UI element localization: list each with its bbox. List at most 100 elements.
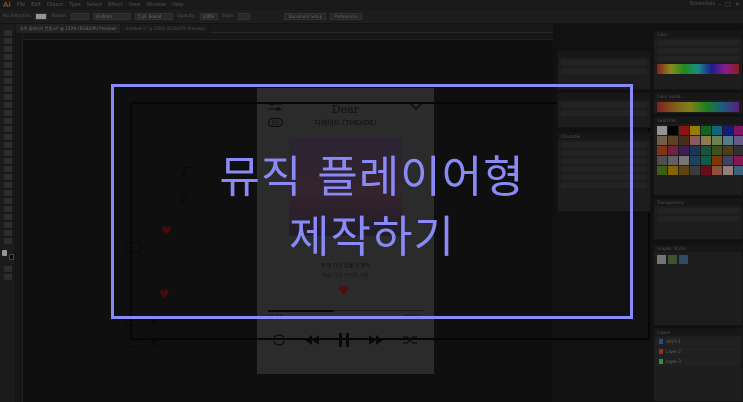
swatches-panel-header[interactable]: Swatches <box>654 117 742 124</box>
workspace-switcher[interactable]: Essentials <box>690 1 715 7</box>
pencil-tool-icon[interactable] <box>4 102 12 108</box>
menu-effect[interactable]: Effect <box>108 2 122 8</box>
color-swatch[interactable] <box>723 156 733 165</box>
blend-tool-icon[interactable] <box>4 190 12 196</box>
color-guide-header[interactable]: Color Guide <box>654 93 742 100</box>
fill-swatch[interactable] <box>35 13 48 20</box>
column-graph-tool-icon[interactable] <box>4 206 12 212</box>
color-swatch[interactable] <box>723 166 733 175</box>
color-swatch[interactable] <box>701 146 711 155</box>
layers-panel-header[interactable]: Layers <box>654 329 742 336</box>
color-swatch[interactable] <box>668 156 678 165</box>
eraser-tool-icon[interactable] <box>4 110 12 116</box>
color-swatch[interactable] <box>679 156 689 165</box>
color-guide-strip[interactable] <box>657 102 739 112</box>
color-swatch[interactable] <box>712 156 722 165</box>
drawing-mode-icon[interactable] <box>4 266 12 272</box>
color-swatch[interactable] <box>668 126 678 135</box>
direct-selection-tool-icon[interactable] <box>4 38 12 44</box>
color-swatch[interactable] <box>679 146 689 155</box>
color-swatch[interactable] <box>679 166 689 175</box>
color-swatch[interactable] <box>657 126 667 135</box>
type-tool-icon[interactable] <box>4 70 12 76</box>
line-tool-icon[interactable] <box>4 78 12 84</box>
color-swatch[interactable] <box>712 136 722 145</box>
color-swatch[interactable] <box>734 146 743 155</box>
vertical-ruler[interactable] <box>16 33 23 402</box>
artboard-tool-icon[interactable] <box>4 214 12 220</box>
perspective-grid-tool-icon[interactable] <box>4 158 12 164</box>
color-swatch[interactable] <box>734 126 743 135</box>
color-swatch[interactable] <box>712 146 722 155</box>
horizontal-ruler[interactable] <box>16 33 553 40</box>
gradient-tool-icon[interactable] <box>4 174 12 180</box>
menu-help[interactable]: Help <box>172 2 183 8</box>
color-swatch[interactable] <box>657 166 667 175</box>
opacity-field[interactable]: 100% <box>199 13 218 20</box>
repeat-copy2-icon[interactable] <box>125 339 139 347</box>
paintbrush-tool-icon[interactable] <box>4 94 12 100</box>
color-swatch[interactable] <box>701 126 711 135</box>
variable-width-select[interactable]: Uniform <box>93 13 132 20</box>
color-swatch[interactable] <box>723 126 733 135</box>
pen-tool-icon[interactable] <box>4 62 12 68</box>
color-swatch[interactable] <box>734 156 743 165</box>
shape-builder-tool-icon[interactable] <box>4 150 12 156</box>
preferences-button[interactable]: Preferences <box>330 13 362 20</box>
layer-row[interactable]: 레이어 1 <box>656 337 740 346</box>
style-thumb[interactable] <box>679 255 688 264</box>
menu-window[interactable]: Window <box>146 2 166 8</box>
lasso-tool-icon[interactable] <box>4 54 12 60</box>
layer-row[interactable]: Layer 3 <box>656 357 740 366</box>
transparency-panel-header[interactable]: Transparency <box>654 199 742 206</box>
color-panel-header[interactable]: Color <box>654 31 742 38</box>
color-swatch[interactable] <box>668 146 678 155</box>
maximize-icon[interactable]: □ <box>725 1 731 8</box>
rectangle-tool-icon[interactable] <box>4 86 12 92</box>
scale-tool-icon[interactable] <box>4 126 12 132</box>
layer-row[interactable]: Layer 2 <box>656 347 740 356</box>
menu-object[interactable]: Object <box>47 2 63 8</box>
color-swatch[interactable] <box>668 166 678 175</box>
zoom-tool-icon[interactable] <box>4 238 12 244</box>
minimize-icon[interactable]: – <box>718 1 721 8</box>
symbol-sprayer-tool-icon[interactable] <box>4 198 12 204</box>
free-transform-tool-icon[interactable] <box>4 142 12 148</box>
color-swatch[interactable] <box>679 126 689 135</box>
style-thumb[interactable] <box>657 255 666 264</box>
stroke-color-icon[interactable] <box>9 254 14 260</box>
magic-wand-tool-icon[interactable] <box>4 46 12 52</box>
menu-select[interactable]: Select <box>87 2 102 8</box>
color-swatch[interactable] <box>701 166 711 175</box>
graphic-styles-header[interactable]: Graphic Styles <box>654 245 742 252</box>
selection-tool-icon[interactable] <box>4 30 12 36</box>
color-swatch[interactable] <box>657 156 667 165</box>
screen-mode-icon[interactable] <box>4 274 12 280</box>
color-swatch[interactable] <box>690 146 700 155</box>
color-swatch[interactable] <box>701 136 711 145</box>
mesh-tool-icon[interactable] <box>4 166 12 172</box>
style-swatch[interactable] <box>238 13 251 20</box>
brush-definition-select[interactable]: 5 pt. Round <box>135 13 174 20</box>
width-tool-icon[interactable] <box>4 134 12 140</box>
eyedropper-tool-icon[interactable] <box>4 182 12 188</box>
stroke-weight-field[interactable] <box>71 13 90 20</box>
color-swatch[interactable] <box>679 136 689 145</box>
menu-type[interactable]: Type <box>69 2 80 8</box>
color-swatch[interactable] <box>668 136 678 145</box>
color-swatch[interactable] <box>657 146 667 155</box>
close-icon[interactable]: ✕ <box>735 1 740 8</box>
color-swatch[interactable] <box>723 146 733 155</box>
color-swatch[interactable] <box>657 136 667 145</box>
document-setup-button[interactable]: Document Setup <box>284 13 327 20</box>
rotate-tool-icon[interactable] <box>4 118 12 124</box>
menu-edit[interactable]: Edit <box>31 2 41 8</box>
color-swatch[interactable] <box>690 126 700 135</box>
menu-file[interactable]: File <box>17 2 25 8</box>
color-swatch[interactable] <box>734 136 743 145</box>
color-swatch[interactable] <box>690 156 700 165</box>
tab-document-active[interactable]: 뮤직 플레이어 컨셉.ai* @ 150% (RGB/GPU Preview) <box>16 24 122 33</box>
color-spectrum[interactable] <box>657 64 739 74</box>
style-thumb[interactable] <box>668 255 677 264</box>
tab-document-untitled[interactable]: Untitled-1* @ 150% (RGB/GPU Preview) <box>121 24 210 33</box>
